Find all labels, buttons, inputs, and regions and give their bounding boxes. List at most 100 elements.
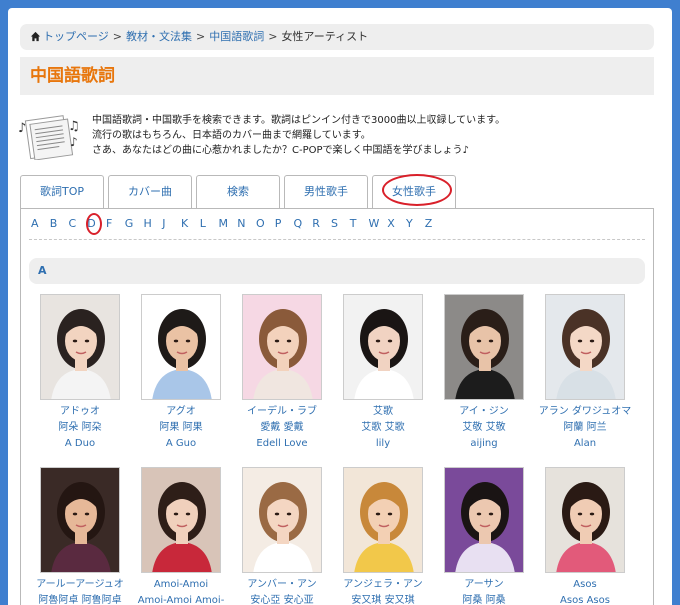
artist-name-chinese[interactable]: 阿朵 阿朶 xyxy=(31,420,129,436)
artist-photo[interactable] xyxy=(545,294,625,400)
breadcrumb-current: 女性アーティスト xyxy=(281,30,369,43)
artist-card[interactable]: イーデル・ラブ 愛戴 愛戴 Edell Love xyxy=(233,294,331,452)
intro-line: さあ、あなたはどの曲に心惹かれましたか？C-POPで楽しく中国語を学びましょう♪ xyxy=(92,145,469,156)
alphabet-link-l[interactable]: L xyxy=(200,217,219,230)
artist-name-romaji[interactable]: A Guo xyxy=(132,436,230,452)
artist-name-chinese[interactable]: 阿魯阿卓 阿鲁阿卓 xyxy=(31,593,129,605)
intro-line: 中国語歌詞・中国歌手を検索できます。歌詞はピンイン付きで3000曲以上収録してい… xyxy=(92,115,506,126)
artist-name-romaji[interactable]: Alan xyxy=(536,436,634,452)
artist-card[interactable]: Asos Asos Asos xyxy=(536,467,634,605)
artist-name-kana[interactable]: アンバー・アン xyxy=(233,577,331,593)
artist-name-kana[interactable]: イーデル・ラブ xyxy=(233,404,331,420)
artist-photo[interactable] xyxy=(40,294,120,400)
artist-name-chinese[interactable]: 愛戴 愛戴 xyxy=(233,420,331,436)
artist-name-chinese[interactable]: 艾敬 艾敬 xyxy=(435,420,533,436)
artist-name-kana[interactable]: アドゥオ xyxy=(31,404,129,420)
alphabet-link-y[interactable]: Y xyxy=(406,217,425,230)
alphabet-link-t[interactable]: T xyxy=(350,217,369,230)
artist-photo[interactable] xyxy=(141,294,221,400)
alphabet-link-p[interactable]: P xyxy=(275,217,294,230)
artist-card[interactable]: アンバー・アン 安心亞 安心亚 xyxy=(233,467,331,605)
alphabet-link-x[interactable]: X xyxy=(387,217,406,230)
page-title: 中国語歌詞 xyxy=(30,66,115,86)
alphabet-link-s[interactable]: S xyxy=(331,217,350,230)
artist-photo[interactable] xyxy=(343,294,423,400)
artist-photo[interactable] xyxy=(444,467,524,573)
intro-text: 中国語歌詞・中国歌手を検索できます。歌詞はピンイン付きで3000曲以上収録してい… xyxy=(92,113,505,158)
artist-photo[interactable] xyxy=(242,294,322,400)
artist-name-romaji[interactable]: lily xyxy=(334,436,432,452)
alphabet-link-q[interactable]: Q xyxy=(294,217,313,230)
artist-card[interactable]: Amoi-Amoi Amoi-Amoi Amoi- xyxy=(132,467,230,605)
alphabet-link-a[interactable]: A xyxy=(31,217,50,230)
artist-name-kana[interactable]: アールーアージュオ xyxy=(31,577,129,593)
artist-card[interactable]: アーサン 阿桑 阿桑 xyxy=(435,467,533,605)
breadcrumb-link-materials[interactable]: 教材・文法集 xyxy=(126,30,192,43)
artist-card[interactable]: アイ・ジン 艾敬 艾敬 aijing xyxy=(435,294,533,452)
artist-name-romaji[interactable]: A Duo xyxy=(31,436,129,452)
page-container: トップページ > 教材・文法集 > 中国語歌詞 > 女性アーティスト 中国語歌詞 ♪ ♫ ♪… xyxy=(8,8,672,605)
alphabet-link-f[interactable]: F xyxy=(106,217,125,230)
artist-card[interactable]: アラン ダワジュオマ 阿蘭 阿兰 Alan xyxy=(536,294,634,452)
divider xyxy=(29,239,645,240)
alphabet-link-n[interactable]: N xyxy=(237,217,256,230)
alphabet-link-w[interactable]: W xyxy=(369,217,388,230)
alphabet-link-z[interactable]: Z xyxy=(425,217,444,230)
artist-name-chinese[interactable]: 阿蘭 阿兰 xyxy=(536,420,634,436)
tab-lyrics-top[interactable]: 歌詞TOP xyxy=(20,175,104,209)
artist-name-chinese[interactable]: Amoi-Amoi Amoi- xyxy=(132,593,230,605)
alphabet-link-g[interactable]: G xyxy=(125,217,144,230)
alphabet-link-j[interactable]: J xyxy=(162,217,181,230)
breadcrumb-home-link[interactable]: トップページ xyxy=(43,30,109,43)
artist-card[interactable]: アールーアージュオ 阿魯阿卓 阿鲁阿卓 xyxy=(31,467,129,605)
artist-name-kana[interactable]: アラン ダワジュオマ xyxy=(536,404,634,420)
artist-name-chinese[interactable]: 阿果 阿果 xyxy=(132,420,230,436)
tab-male-singers[interactable]: 男性歌手 xyxy=(284,175,368,209)
alphabet-link-o[interactable]: O xyxy=(256,217,275,230)
alphabet-link-m[interactable]: M xyxy=(219,217,238,230)
alphabet-link-r[interactable]: R xyxy=(312,217,331,230)
artist-photo[interactable] xyxy=(242,467,322,573)
artist-photo[interactable] xyxy=(545,467,625,573)
artist-name-kana[interactable]: アンジェラ・アン xyxy=(334,577,432,593)
tab-female-singers[interactable]: 女性歌手 xyxy=(372,175,456,210)
artist-name-kana[interactable]: Asos xyxy=(536,577,634,593)
artist-name-romaji[interactable]: aijing xyxy=(435,436,533,452)
artist-panel: ABCDFGHJKLMNOPQRSTWXYZ A アドゥオ 阿朵 阿朶 A Duo ア… xyxy=(20,208,654,605)
artist-photo[interactable] xyxy=(444,294,524,400)
breadcrumb-separator: > xyxy=(268,30,278,43)
artist-name-kana[interactable]: アイ・ジン xyxy=(435,404,533,420)
artist-name-kana[interactable]: Amoi-Amoi xyxy=(132,577,230,593)
artist-name-kana[interactable]: アグオ xyxy=(132,404,230,420)
artist-name-chinese[interactable]: 艾歌 艾歌 xyxy=(334,420,432,436)
tab-cover-songs[interactable]: カバー曲 xyxy=(108,175,192,209)
svg-text:♪: ♪ xyxy=(18,121,26,136)
lyrics-sheet-music-icon: ♪ ♫ ♪ xyxy=(18,115,80,160)
alphabet-link-b[interactable]: B xyxy=(50,217,69,230)
alphabet-link-h[interactable]: H xyxy=(144,217,163,230)
artist-name-kana[interactable]: アーサン xyxy=(435,577,533,593)
artist-photo[interactable] xyxy=(40,467,120,573)
home-icon xyxy=(30,31,41,42)
alphabet-link-c[interactable]: C xyxy=(69,217,88,230)
artist-name-kana[interactable]: 艾歌 xyxy=(334,404,432,420)
artist-photo[interactable] xyxy=(343,467,423,573)
svg-text:♪: ♪ xyxy=(70,135,78,149)
artist-name-chinese[interactable]: Asos Asos xyxy=(536,593,634,605)
alphabet-link-k[interactable]: K xyxy=(181,217,200,230)
artist-card[interactable]: アンジェラ・アン 安又琪 安又琪 xyxy=(334,467,432,605)
artist-card[interactable]: 艾歌 艾歌 艾歌 lily xyxy=(334,294,432,452)
artist-name-chinese[interactable]: 阿桑 阿桑 xyxy=(435,593,533,605)
artist-photo[interactable] xyxy=(141,467,221,573)
artist-name-chinese[interactable]: 安又琪 安又琪 xyxy=(334,593,432,605)
alphabet-index: ABCDFGHJKLMNOPQRSTWXYZ xyxy=(31,217,444,230)
breadcrumb-link-lyrics[interactable]: 中国語歌詞 xyxy=(209,30,264,43)
artist-card[interactable]: アドゥオ 阿朵 阿朶 A Duo xyxy=(31,294,129,452)
breadcrumb-separator: > xyxy=(112,30,122,43)
artist-name-chinese[interactable]: 安心亞 安心亚 xyxy=(233,593,331,605)
artist-card[interactable]: アグオ 阿果 阿果 A Guo xyxy=(132,294,230,452)
alphabet-link-d[interactable]: D xyxy=(87,217,106,230)
tab-search[interactable]: 検索 xyxy=(196,175,280,209)
artist-name-romaji[interactable]: Edell Love xyxy=(233,436,331,452)
title-bar: 中国語歌詞 xyxy=(20,57,654,95)
